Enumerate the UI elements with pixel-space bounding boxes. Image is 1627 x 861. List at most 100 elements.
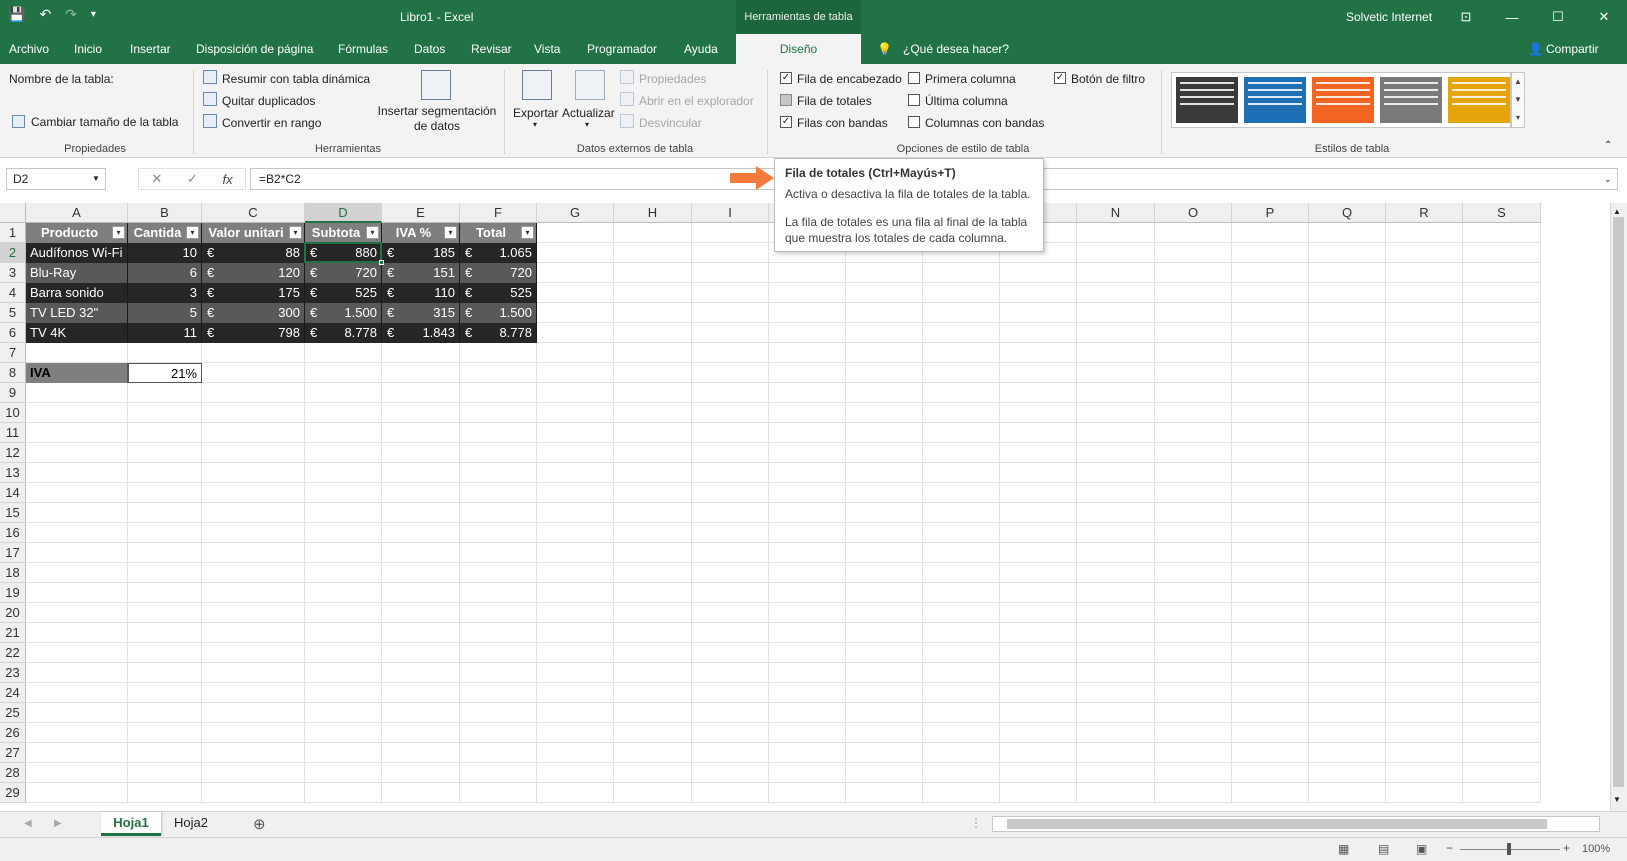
row-header-25[interactable]: 25 [0, 703, 26, 723]
row-header-4[interactable]: 4 [0, 283, 26, 303]
cancel-icon[interactable]: ✕ [151, 171, 162, 187]
enter-icon[interactable]: ✓ [187, 171, 198, 187]
row-header-8[interactable]: 8 [0, 363, 26, 383]
iva-label-cell[interactable]: IVA [26, 363, 128, 383]
table-cell-valor[interactable]: €120 [202, 263, 305, 283]
row-header-7[interactable]: 7 [0, 343, 26, 363]
row-header-23[interactable]: 23 [0, 663, 26, 683]
table-cell-cantidad[interactable]: 3 [128, 283, 202, 303]
row-header-24[interactable]: 24 [0, 683, 26, 703]
table-cell-subtotal[interactable]: €1.500 [305, 303, 382, 323]
row-header-19[interactable]: 19 [0, 583, 26, 603]
sort-filter-icon[interactable]: ▾ [289, 226, 302, 239]
page-layout-icon[interactable]: ▤ [1378, 842, 1389, 856]
collapse-ribbon-icon[interactable]: ⌃ [1604, 140, 1612, 151]
filter-dropdown-icon[interactable]: ▾ [444, 226, 457, 239]
vertical-scrollbar[interactable]: ▲ ▼ [1610, 203, 1627, 811]
banded-columns-checkbox[interactable] [908, 116, 920, 128]
row-header-27[interactable]: 27 [0, 743, 26, 763]
tab-inicio[interactable]: Inicio [74, 42, 102, 56]
add-sheet-icon[interactable]: ⊕ [253, 815, 266, 833]
table-cell-cantidad[interactable]: 11 [128, 323, 202, 343]
insert-slicer-button-line2[interactable]: de datos [377, 119, 497, 133]
tab-programador[interactable]: Programador [587, 42, 657, 56]
table-cell-total[interactable]: €1.065 [460, 243, 537, 263]
minimize-icon[interactable]: — [1489, 0, 1535, 34]
column-header-s[interactable]: S [1463, 203, 1541, 223]
tab-revisar[interactable]: Revisar [471, 42, 512, 56]
table-cell-cantidad[interactable]: 5 [128, 303, 202, 323]
tell-me-box[interactable]: ¿Qué desea hacer? [903, 42, 1009, 56]
resize-table-button[interactable]: Cambiar tamaño de la tabla [31, 115, 178, 129]
filter-dropdown-icon[interactable]: ▾ [112, 226, 125, 239]
table-cell-producto[interactable]: Barra sonido [26, 283, 128, 303]
row-header-1[interactable]: 1 [0, 223, 26, 243]
fill-handle[interactable] [379, 260, 384, 265]
table-cell-total[interactable]: €8.778 [460, 323, 537, 343]
table-cell-subtotal[interactable]: €720 [305, 263, 382, 283]
zoom-slider-thumb[interactable] [1507, 843, 1511, 855]
tab-insertar[interactable]: Insertar [130, 42, 171, 56]
scroll-thumb[interactable] [1613, 217, 1624, 787]
scroll-up-icon[interactable]: ▲ [1613, 207, 1621, 216]
row-header-3[interactable]: 3 [0, 263, 26, 283]
close-icon[interactable]: ✕ [1581, 0, 1627, 34]
column-header-c[interactable]: C [202, 203, 305, 223]
gallery-scroll[interactable]: ▲ ▼ ▾ [1511, 72, 1525, 128]
table-cell-iva[interactable]: €315 [382, 303, 460, 323]
refresh-button[interactable]: Actualizar [562, 106, 615, 120]
sheet-tab-hoja1[interactable]: Hoja1 [101, 812, 161, 836]
save-icon[interactable]: 💾 [8, 6, 25, 23]
page-break-icon[interactable]: ▣ [1416, 842, 1427, 856]
next-sheet-icon[interactable]: ▶ [54, 818, 62, 829]
row-header-18[interactable]: 18 [0, 563, 26, 583]
iva-value-cell[interactable]: 21% [128, 363, 202, 383]
column-header-a[interactable]: A [26, 203, 128, 223]
zoom-out-icon[interactable]: − [1446, 841, 1453, 855]
row-header-15[interactable]: 15 [0, 503, 26, 523]
insert-slicer-button[interactable]: Insertar segmentación [377, 104, 497, 118]
row-header-9[interactable]: 9 [0, 383, 26, 403]
row-header-11[interactable]: 11 [0, 423, 26, 443]
zoom-level[interactable]: 100% [1582, 843, 1610, 855]
table-cell-cantidad[interactable]: 6 [128, 263, 202, 283]
normal-view-icon[interactable]: ▦ [1338, 842, 1349, 856]
hscroll-thumb[interactable] [1007, 819, 1547, 829]
table-cell-subtotal[interactable]: €525 [305, 283, 382, 303]
row-header-22[interactable]: 22 [0, 643, 26, 663]
table-cell-producto[interactable]: Audífonos Wi-Fi [26, 243, 128, 263]
column-header-q[interactable]: Q [1309, 203, 1386, 223]
row-header-12[interactable]: 12 [0, 443, 26, 463]
unlink-button[interactable]: Desvincular [639, 116, 702, 130]
tab-archivo[interactable]: Archivo [9, 42, 49, 56]
banded-rows-checkbox[interactable]: ✓ [780, 116, 792, 128]
filter-dropdown-icon[interactable]: ▾ [366, 226, 379, 239]
filter-button-checkbox[interactable]: ✓ [1054, 72, 1066, 84]
pivot-summary-button[interactable]: Resumir con tabla dinámica [222, 72, 370, 86]
row-header-29[interactable]: 29 [0, 783, 26, 803]
table-cell-producto[interactable]: TV 4K [26, 323, 128, 343]
style-swatch-black[interactable] [1176, 77, 1238, 123]
row-header-28[interactable]: 28 [0, 763, 26, 783]
row-header-26[interactable]: 26 [0, 723, 26, 743]
column-header-o[interactable]: O [1155, 203, 1232, 223]
tab-disposicion[interactable]: Disposición de página [196, 42, 313, 56]
table-cell-valor[interactable]: €300 [202, 303, 305, 323]
last-column-checkbox[interactable] [908, 94, 920, 106]
table-cell-producto[interactable]: TV LED 32" [26, 303, 128, 323]
tab-formulas[interactable]: Fórmulas [338, 42, 388, 56]
tab-diseno[interactable]: Diseño [736, 34, 861, 64]
column-header-e[interactable]: E [382, 203, 460, 223]
table-cell-valor[interactable]: €88 [202, 243, 305, 263]
style-swatch-orange[interactable] [1312, 77, 1374, 123]
row-header-10[interactable]: 10 [0, 403, 26, 423]
row-header-14[interactable]: 14 [0, 483, 26, 503]
select-all-corner[interactable] [0, 203, 26, 223]
row-header-5[interactable]: 5 [0, 303, 26, 323]
column-header-r[interactable]: R [1386, 203, 1463, 223]
export-button[interactable]: Exportar [513, 106, 558, 120]
style-swatch-blue[interactable] [1244, 77, 1306, 123]
table-cell-iva[interactable]: €151 [382, 263, 460, 283]
name-box-dropdown-icon[interactable]: ▼ [92, 174, 100, 183]
table-cell-total[interactable]: €720 [460, 263, 537, 283]
